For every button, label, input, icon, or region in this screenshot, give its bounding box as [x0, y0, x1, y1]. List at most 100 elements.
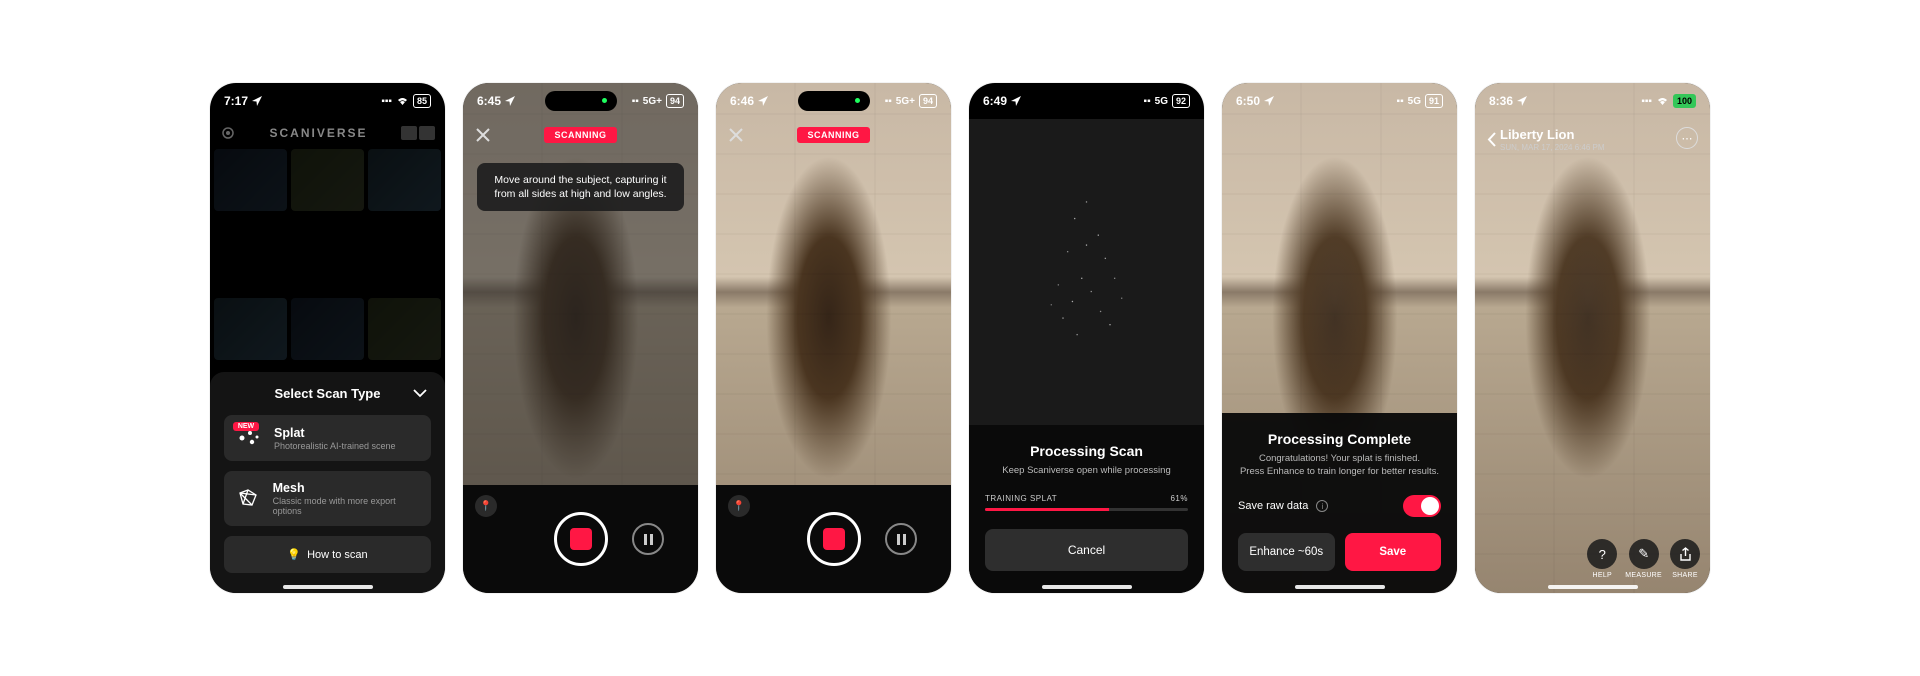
screenshot-row: 7:17 ▪▪▪ 85 SCANIVERSE	[210, 83, 1710, 593]
more-button[interactable]: ⋯	[1676, 127, 1698, 149]
ellipsis-icon: ⋯	[1682, 132, 1693, 145]
complete-subtitle: Congratulations! Your splat is finished.…	[1238, 453, 1441, 479]
status-time: 6:46	[730, 94, 754, 108]
signal-icon: ▪▪▪	[381, 96, 392, 107]
pause-button[interactable]	[885, 523, 917, 555]
screen-processing-complete: 6:50 ▪▪ 5G 91 Processing Complete Congra…	[1222, 83, 1457, 593]
dynamic-island	[545, 91, 617, 111]
home-indicator	[1042, 585, 1132, 589]
complete-sub-line2: Press Enhance to train longer for better…	[1240, 466, 1439, 477]
progress-percent: 61%	[1170, 494, 1188, 503]
library-thumb[interactable]	[214, 298, 287, 360]
network-label: 5G+	[896, 96, 915, 107]
complete-sub-line1: Congratulations! Your splat is finished.	[1259, 453, 1420, 464]
status-time: 7:17	[224, 94, 248, 108]
status-bar: 7:17 ▪▪▪ 85	[210, 83, 445, 119]
location-arrow-icon	[1517, 96, 1527, 106]
processing-panel: Processing Scan Keep Scaniverse open whi…	[969, 425, 1204, 593]
gear-icon[interactable]	[220, 125, 236, 141]
library-thumb[interactable]	[368, 149, 441, 211]
signal-icon: ▪▪	[1144, 96, 1151, 107]
viewer-toolbar: ? HELP ✎ MEASURE SHARE	[1587, 539, 1700, 579]
sheet-title: Select Scan Type	[275, 386, 381, 401]
screen-scanning-active: 6:46 ▪▪ 5G+ 94 SCANNING 📍	[716, 83, 951, 593]
option-title: Mesh	[273, 481, 419, 495]
chevron-down-icon[interactable]	[413, 389, 427, 398]
library-thumb[interactable]	[214, 149, 287, 211]
battery-indicator: 92	[1172, 94, 1190, 108]
record-button[interactable]	[554, 512, 608, 566]
home-indicator	[283, 585, 373, 589]
library-thumb[interactable]	[291, 149, 364, 211]
status-time: 6:50	[1236, 94, 1260, 108]
help-button[interactable]: ? HELP	[1587, 539, 1617, 579]
scan-type-sheet: Select Scan Type NEW Splat Photorealisti…	[210, 372, 445, 593]
share-icon	[1679, 547, 1692, 562]
progress-label: TRAINING SPLAT	[985, 494, 1057, 503]
help-label: HELP	[1593, 572, 1613, 579]
save-button[interactable]: Save	[1345, 533, 1442, 571]
record-button[interactable]	[807, 512, 861, 566]
raw-data-label: Save raw data i	[1238, 500, 1328, 513]
option-subtitle: Photorealistic AI-trained scene	[274, 441, 396, 451]
close-icon[interactable]	[475, 127, 499, 143]
battery-indicator: 94	[666, 94, 684, 108]
location-arrow-icon	[505, 96, 515, 106]
signal-icon: ▪▪▪	[1641, 96, 1652, 107]
model-date: SUN, MAR 17, 2024 6:46 PM	[1500, 143, 1605, 152]
pause-button[interactable]	[632, 523, 664, 555]
library-thumb[interactable]	[291, 298, 364, 360]
enhance-button[interactable]: Enhance ~60s	[1238, 533, 1335, 571]
screen-viewer: 8:36 ▪▪▪ 100 Liberty Lion SUN, MAR 17, 2…	[1475, 83, 1710, 593]
wifi-icon	[396, 96, 409, 106]
measure-label: MEASURE	[1625, 572, 1662, 579]
splat-icon: NEW	[236, 425, 262, 451]
status-bar: 8:36 ▪▪▪ 100	[1475, 83, 1710, 119]
status-time: 8:36	[1489, 94, 1513, 108]
model-viewer[interactable]	[1475, 83, 1710, 593]
close-icon[interactable]	[728, 127, 752, 143]
wifi-icon	[1656, 96, 1669, 106]
location-arrow-icon	[1011, 96, 1021, 106]
mesh-icon	[236, 486, 261, 512]
chevron-left-icon	[1487, 132, 1496, 147]
location-arrow-icon	[1264, 96, 1274, 106]
option-title: Splat	[274, 426, 396, 440]
dynamic-island	[798, 91, 870, 111]
measure-button[interactable]: ✎ MEASURE	[1625, 539, 1662, 579]
status-time: 6:49	[983, 94, 1007, 108]
how-to-scan-button[interactable]: 💡 How to scan	[224, 536, 431, 573]
new-badge: NEW	[233, 422, 259, 431]
library-thumb[interactable]	[368, 298, 441, 360]
screen-processing: 6:49 ▪▪ 5G 92 Processing Scan Keep Scani…	[969, 83, 1204, 593]
raw-label-text: Save raw data	[1238, 500, 1308, 512]
complete-panel: Processing Complete Congratulations! You…	[1222, 413, 1457, 593]
screen-scanning-tip: 6:45 ▪▪ 5G+ 94 SCANNING Move around the …	[463, 83, 698, 593]
signal-icon: ▪▪	[632, 96, 639, 107]
app-title: SCANIVERSE	[236, 126, 401, 140]
cancel-button[interactable]: Cancel	[985, 529, 1188, 571]
progress-bar	[985, 508, 1188, 511]
processing-title: Processing Scan	[985, 443, 1188, 459]
raw-data-toggle[interactable]	[1403, 495, 1441, 517]
option-splat[interactable]: NEW Splat Photorealistic AI-trained scen…	[224, 415, 431, 461]
status-bar: 6:49 ▪▪ 5G 92	[969, 83, 1204, 119]
option-subtitle: Classic mode with more export options	[273, 496, 419, 516]
capture-controls: 📍	[463, 485, 698, 593]
view-toggle[interactable]	[401, 126, 435, 140]
battery-indicator: 85	[413, 94, 431, 108]
location-pin-icon[interactable]: 📍	[475, 495, 497, 517]
status-bar: 6:50 ▪▪ 5G 91	[1222, 83, 1457, 119]
location-pin-icon[interactable]: 📍	[728, 495, 750, 517]
back-button[interactable]: Liberty Lion SUN, MAR 17, 2024 6:46 PM	[1487, 127, 1605, 152]
info-icon[interactable]: i	[1316, 500, 1328, 512]
model-title: Liberty Lion	[1500, 127, 1605, 142]
option-mesh[interactable]: Mesh Classic mode with more export optio…	[224, 471, 431, 526]
processing-subtitle: Keep Scaniverse open while processing	[985, 465, 1188, 478]
battery-indicator: 91	[1425, 94, 1443, 108]
screen-select-scan-type: 7:17 ▪▪▪ 85 SCANIVERSE	[210, 83, 445, 593]
scanning-badge: SCANNING	[544, 127, 616, 143]
share-button[interactable]: SHARE	[1670, 539, 1700, 579]
network-label: 5G	[1408, 96, 1421, 107]
network-label: 5G	[1155, 96, 1168, 107]
